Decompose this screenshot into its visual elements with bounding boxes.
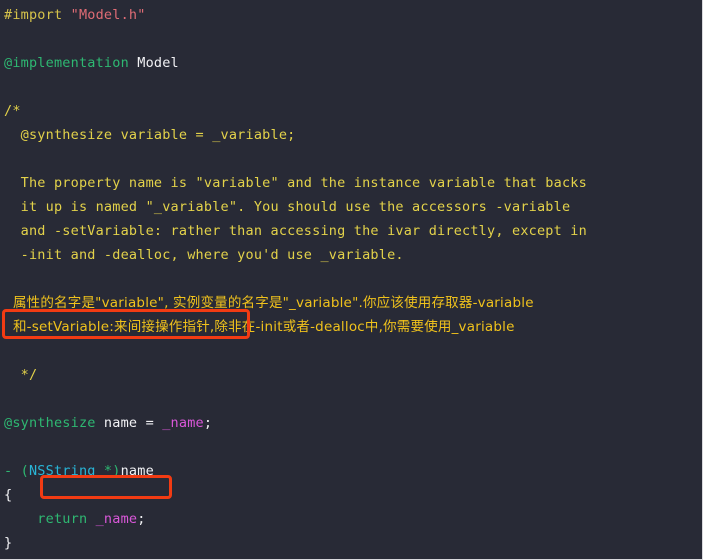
code-line[interactable]: #import "Model.h": [4, 3, 702, 27]
code-editor-pane[interactable]: #import "Model.h" @implementation Model …: [0, 0, 703, 560]
code-token-keyword: - (: [4, 463, 29, 479]
code-line[interactable]: @implementation Model: [4, 51, 702, 75]
code-token-ivar: _name: [162, 415, 204, 431]
code-token-keyword: return: [4, 511, 96, 527]
code-line[interactable]: /*: [4, 99, 702, 123]
code-line[interactable]: [4, 339, 702, 363]
code-line[interactable]: [4, 435, 702, 459]
code-token-cncomment: 和-setVariable:来间接操作指针,除非在-init或者-dealloc…: [4, 319, 515, 335]
code-token-comment: @synthesize variable = _variable;: [4, 127, 296, 143]
source-code-listing[interactable]: #import "Model.h" @implementation Model …: [4, 3, 702, 559]
code-token-plain: }: [4, 535, 13, 551]
code-token-type: NSString: [28, 463, 96, 479]
code-line[interactable]: return _name;: [4, 507, 702, 531]
code-line[interactable]: @synthesize name = _name;: [4, 411, 702, 435]
code-line[interactable]: it up is named "_variable". You should u…: [4, 195, 702, 219]
code-line[interactable]: 和-setVariable:来间接操作指针,除非在-init或者-dealloc…: [4, 315, 702, 339]
code-line[interactable]: @synthesize variable = _variable;: [4, 123, 702, 147]
code-token-preproc: #import: [4, 7, 71, 23]
code-token-cncomment: 属性的名字是"variable", 实例变量的名字是"_variable".你应…: [4, 295, 534, 311]
code-token-plain: name: [120, 463, 154, 479]
code-token-string: "Model.h": [70, 7, 146, 23]
code-line[interactable]: [4, 75, 702, 99]
code-token-ivar: _name: [95, 511, 138, 527]
code-token-keyword: @synthesize: [4, 415, 96, 431]
code-line[interactable]: - (NSString *)name: [4, 459, 702, 483]
code-token-comment: /*: [4, 103, 21, 119]
code-line[interactable]: -init and -dealloc, where you'd use _var…: [4, 243, 702, 267]
code-token-comment: and -setVariable: rather than accessing …: [4, 223, 587, 239]
code-line[interactable]: [4, 267, 702, 291]
code-line[interactable]: [4, 147, 702, 171]
code-token-punct: ;: [137, 511, 146, 527]
code-line[interactable]: and -setVariable: rather than accessing …: [4, 219, 702, 243]
code-line[interactable]: The property name is "variable" and the …: [4, 171, 702, 195]
code-token-punct: ;: [203, 415, 213, 431]
code-line[interactable]: */: [4, 363, 702, 387]
code-token-keyword: @implementation: [4, 55, 138, 71]
code-line[interactable]: 属性的名字是"variable", 实例变量的名字是"_variable".你应…: [4, 291, 702, 315]
code-line[interactable]: [4, 387, 702, 411]
code-token-comment: -init and -dealloc, where you'd use _var…: [4, 247, 404, 263]
code-token-comment: it up is named "_variable". You should u…: [4, 199, 571, 215]
code-line[interactable]: [4, 27, 702, 51]
code-token-plain: {: [4, 487, 13, 503]
code-line[interactable]: }: [4, 531, 702, 555]
code-token-plain: name: [95, 415, 146, 431]
code-line[interactable]: {: [4, 483, 702, 507]
code-line[interactable]: [4, 555, 702, 559]
code-token-punct: =: [145, 415, 163, 431]
code-token-comment: */: [4, 367, 38, 383]
code-token-plain: Model: [137, 55, 179, 71]
code-token-comment: The property name is "variable" and the …: [4, 175, 587, 191]
code-token-keyword: *): [95, 463, 121, 479]
